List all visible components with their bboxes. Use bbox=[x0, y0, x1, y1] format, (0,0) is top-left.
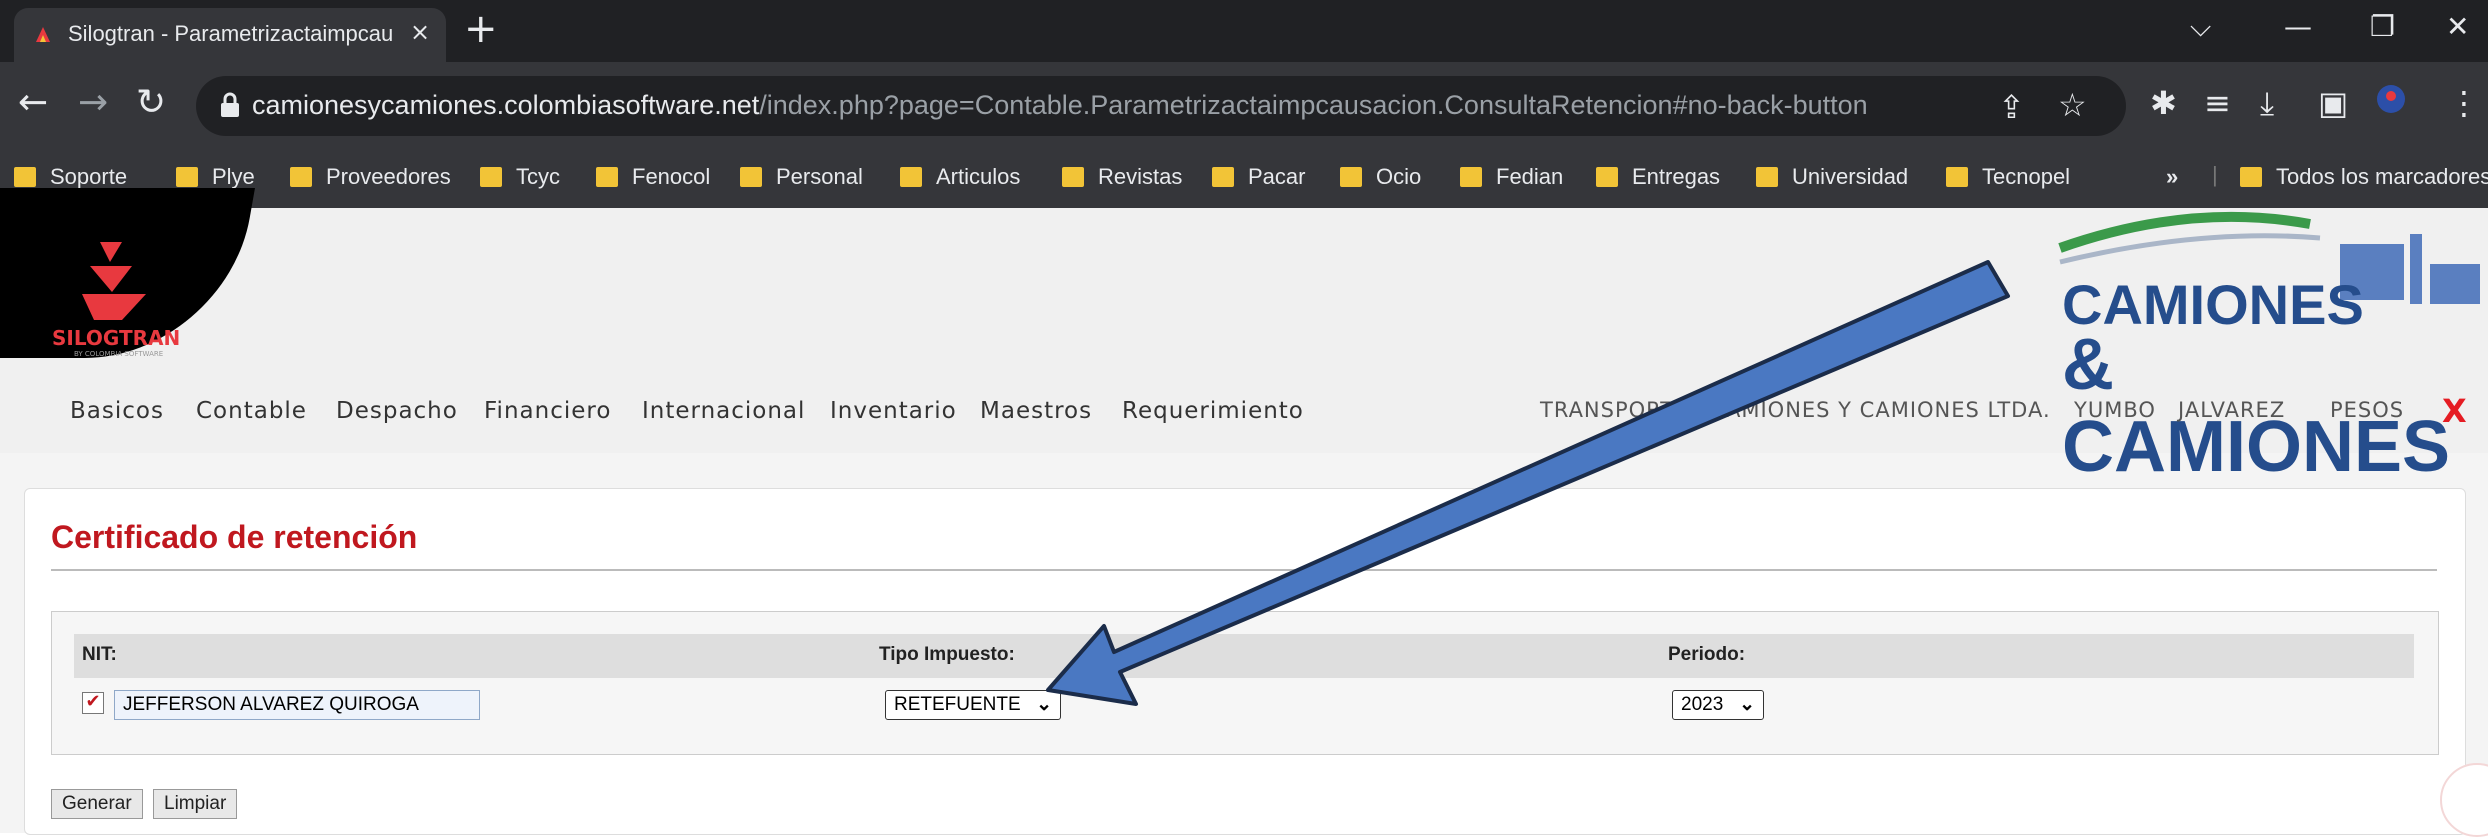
bookmark-item[interactable]: Plye bbox=[176, 164, 255, 190]
menu-maestros[interactable]: Maestros bbox=[980, 398, 1092, 424]
filter-form: NIT: Tipo Impuesto: Periodo: ✔ JEFFERSON… bbox=[51, 611, 2439, 755]
url-path: /index.php?page=Contable.Parametrizactai… bbox=[759, 90, 1868, 120]
silogtran-logo-icon[interactable] bbox=[60, 232, 180, 322]
folder-icon bbox=[176, 167, 198, 187]
bookmark-item[interactable]: Entregas bbox=[1596, 164, 1720, 190]
folder-icon bbox=[1212, 167, 1234, 187]
menu-inventario[interactable]: Inventario bbox=[830, 398, 957, 424]
menu-contable[interactable]: Contable bbox=[196, 398, 307, 424]
reading-list-icon[interactable]: ≡ bbox=[2204, 84, 2231, 122]
folder-icon bbox=[596, 167, 618, 187]
page-title: Certificado de retención bbox=[51, 519, 418, 555]
folder-icon bbox=[1596, 167, 1618, 187]
folder-icon bbox=[14, 167, 36, 187]
city-label: YUMBO bbox=[2074, 398, 2156, 422]
bookmark-item[interactable]: Fedian bbox=[1460, 164, 1563, 190]
title-divider bbox=[51, 569, 2437, 571]
folder-icon bbox=[480, 167, 502, 187]
download-icon[interactable]: ⤓ bbox=[2260, 84, 2274, 123]
bookmark-item[interactable]: Proveedores bbox=[290, 164, 451, 190]
menu-kebab-icon[interactable]: ⋮ bbox=[2448, 84, 2480, 122]
profile-avatar-icon[interactable] bbox=[2376, 84, 2406, 122]
back-icon[interactable]: ← bbox=[18, 82, 48, 123]
main-menu: Basicos Contable Despacho Financiero Int… bbox=[0, 392, 2488, 432]
url-text: camionesycamiones.colombiasoftware.net/i… bbox=[252, 90, 1868, 121]
reload-icon[interactable]: ↻ bbox=[136, 82, 166, 123]
folder-icon bbox=[1946, 167, 1968, 187]
bookmarks-bar: Soporte Plye Proveedores Tcyc Fenocol Pe… bbox=[0, 152, 2488, 208]
nit-label: NIT: bbox=[82, 644, 117, 665]
user-label: JALVAREZ bbox=[2178, 398, 2286, 422]
all-bookmarks-item[interactable]: Todos los marcadores bbox=[2240, 164, 2488, 190]
chevron-down-icon: ⌄ bbox=[1036, 694, 1052, 715]
bookmark-item[interactable]: Tecnopel bbox=[1946, 164, 2070, 190]
logout-button[interactable]: X bbox=[2442, 392, 2468, 430]
favicon-icon bbox=[36, 27, 50, 42]
menu-internacional[interactable]: Internacional bbox=[642, 398, 805, 424]
bookmark-item[interactable]: Fenocol bbox=[596, 164, 710, 190]
periodo-value: 2023 bbox=[1681, 694, 1724, 715]
folder-icon bbox=[290, 167, 312, 187]
folder-icon bbox=[900, 167, 922, 187]
periodo-select[interactable]: 2023 ⌄ bbox=[1672, 690, 1764, 720]
minimize-icon[interactable]: — bbox=[2284, 10, 2312, 43]
bookmark-star-icon[interactable]: ☆ bbox=[2058, 86, 2087, 124]
url-host: camionesycamiones.colombiasoftware.net bbox=[252, 90, 760, 120]
tipo-impuesto-value: RETEFUENTE bbox=[894, 694, 1021, 715]
browser-toolbar: ← → ↻ camionesycamiones.colombiasoftware… bbox=[0, 62, 2488, 152]
bookmark-item[interactable]: Tcyc bbox=[480, 164, 560, 190]
periodo-label: Periodo: bbox=[1668, 644, 1746, 665]
folder-icon bbox=[1340, 167, 1362, 187]
form-header-row: NIT: Tipo Impuesto: Periodo: bbox=[74, 634, 2414, 678]
maximize-icon[interactable]: ❐ bbox=[2370, 10, 2395, 43]
folder-icon bbox=[1460, 167, 1482, 187]
forward-icon[interactable]: → bbox=[78, 82, 108, 123]
nit-field[interactable]: JEFFERSON ALVAREZ QUIROGA bbox=[114, 690, 480, 720]
tab-search-icon[interactable]: ⌵ bbox=[2190, 10, 2211, 44]
menu-despacho[interactable]: Despacho bbox=[336, 398, 458, 424]
company-name: TRANSPORTES CAMIONES Y CAMIONES LTDA. bbox=[1540, 398, 2051, 422]
nit-checkbox[interactable]: ✔ bbox=[82, 692, 104, 714]
folder-icon bbox=[1062, 167, 1084, 187]
bookmark-item[interactable]: Revistas bbox=[1062, 164, 1182, 190]
new-tab-button[interactable]: + bbox=[464, 6, 498, 52]
menu-financiero[interactable]: Financiero bbox=[484, 398, 611, 424]
tipo-impuesto-label: Tipo Impuesto: bbox=[879, 644, 1015, 665]
bookmarks-divider: | bbox=[2212, 162, 2218, 187]
bookmark-item[interactable]: Articulos bbox=[900, 164, 1020, 190]
menu-basicos[interactable]: Basicos bbox=[70, 398, 164, 424]
menu-requerimiento[interactable]: Requerimiento bbox=[1122, 398, 1304, 424]
bookmark-item[interactable]: Personal bbox=[740, 164, 863, 190]
folder-icon bbox=[740, 167, 762, 187]
side-panel-icon[interactable]: ▣ bbox=[2318, 84, 2348, 122]
bookmark-item[interactable]: Universidad bbox=[1756, 164, 1908, 190]
lock-icon bbox=[221, 92, 239, 117]
bookmark-item[interactable]: Ocio bbox=[1340, 164, 1421, 190]
logo-subtext: BY COLOMBIA SOFTWARE bbox=[74, 350, 164, 358]
address-bar[interactable]: camionesycamiones.colombiasoftware.net/i… bbox=[196, 76, 2126, 136]
window-close-icon[interactable]: ✕ bbox=[2446, 10, 2469, 43]
chevron-down-icon: ⌄ bbox=[1739, 694, 1755, 715]
tab-close-icon[interactable]: × bbox=[410, 18, 430, 46]
app-header: SILOGTRAN BY COLOMBIA SOFTWARE CAMIONES … bbox=[0, 188, 2488, 487]
share-icon[interactable]: ⇪ bbox=[1998, 88, 2025, 126]
folder-icon bbox=[2240, 167, 2262, 187]
extensions-icon[interactable]: ✱ bbox=[2150, 84, 2177, 122]
logo-text: SILOGTRAN bbox=[52, 326, 181, 350]
bookmarks-overflow-button[interactable]: » bbox=[2166, 164, 2178, 190]
bookmark-item[interactable]: Soporte bbox=[14, 164, 127, 190]
page-content: SILOGTRAN BY COLOMBIA SOFTWARE CAMIONES … bbox=[0, 188, 2488, 837]
folder-icon bbox=[1756, 167, 1778, 187]
tipo-impuesto-select[interactable]: RETEFUENTE ⌄ bbox=[885, 690, 1061, 720]
tab-title: Silogtran - Parametrizactaimpcau bbox=[68, 21, 394, 46]
browser-tab-strip: Silogtran - Parametrizactaimpcau × + ⌵ —… bbox=[0, 0, 2488, 62]
generate-button[interactable]: Generar bbox=[51, 789, 143, 819]
clear-button[interactable]: Limpiar bbox=[153, 789, 238, 819]
bookmark-item[interactable]: Pacar bbox=[1212, 164, 1305, 190]
retention-certificate-panel: Certificado de retención NIT: Tipo Impue… bbox=[24, 488, 2466, 835]
browser-tab[interactable]: Silogtran - Parametrizactaimpcau × bbox=[14, 8, 446, 62]
currency-label: PESOS bbox=[2330, 398, 2405, 422]
